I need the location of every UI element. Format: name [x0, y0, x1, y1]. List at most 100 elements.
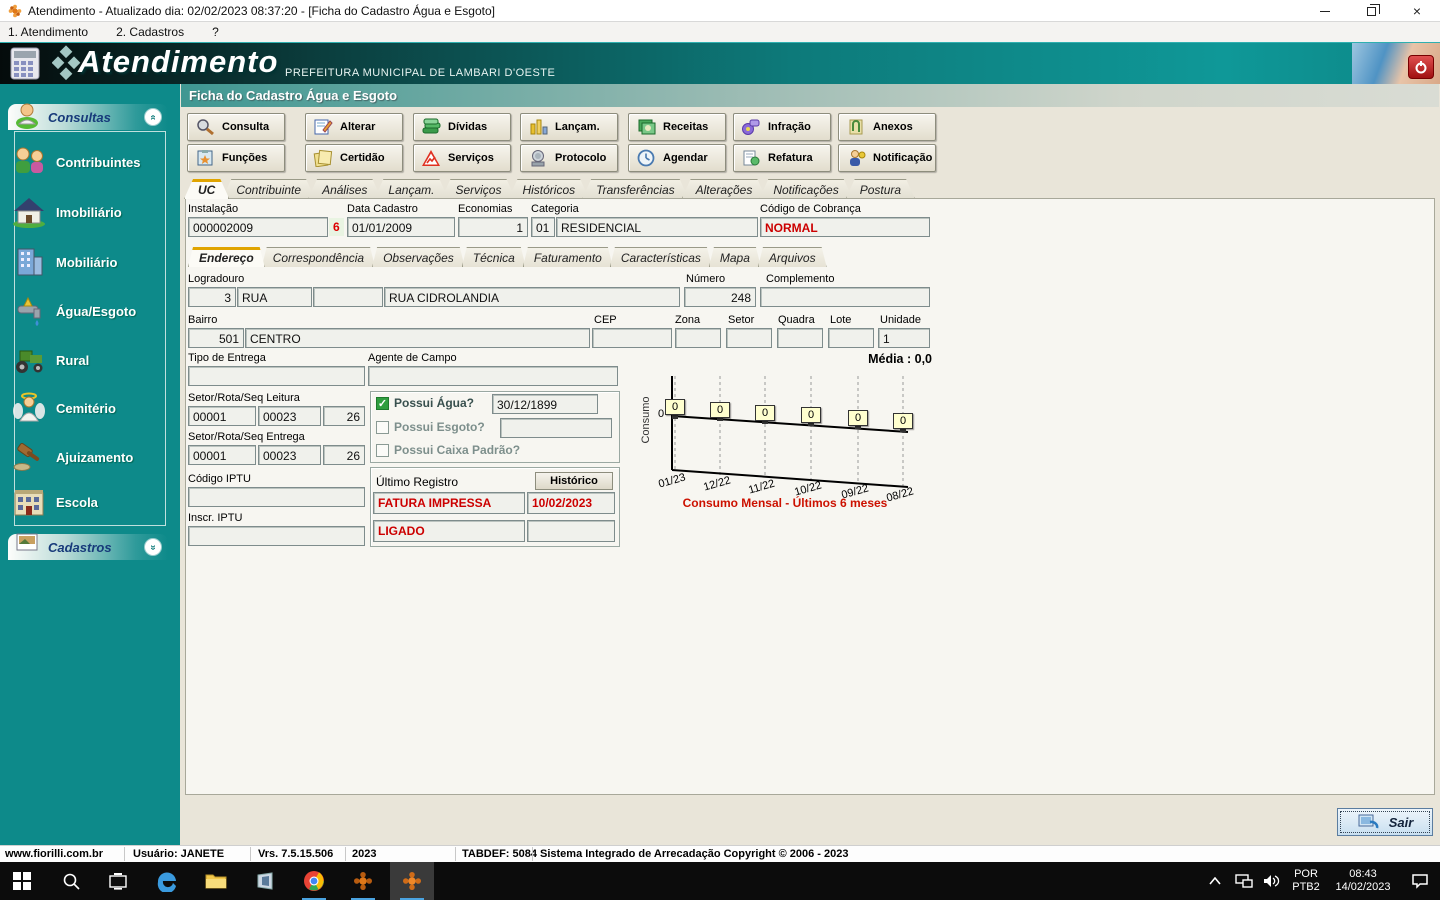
- task-view-button[interactable]: [96, 862, 140, 900]
- subtab-mapa[interactable]: Mapa: [709, 247, 761, 267]
- agente-field[interactable]: [368, 366, 618, 386]
- categoria-desc-field[interactable]: RESIDENCIAL: [556, 217, 758, 237]
- tipo-entrega-field[interactable]: [188, 366, 365, 386]
- sidebar-item-cemiterio[interactable]: Cemitério: [10, 386, 150, 430]
- file-explorer-button[interactable]: [194, 862, 238, 900]
- tab-analises[interactable]: Análises: [308, 179, 381, 199]
- alterar-button[interactable]: Alterar: [305, 113, 403, 141]
- data-cadastro-field[interactable]: 01/01/2009: [347, 217, 455, 237]
- restore-button[interactable]: [1348, 0, 1394, 22]
- sidebar-item-contribuintes[interactable]: Contribuintes: [10, 140, 150, 184]
- sidebar-item-ajuizamento[interactable]: Ajuizamento: [10, 435, 150, 479]
- minimize-button[interactable]: [1302, 0, 1348, 22]
- historico-button[interactable]: Histórico: [535, 472, 613, 490]
- esgoto-valor-field[interactable]: [500, 418, 612, 438]
- close-button[interactable]: ×: [1394, 0, 1440, 22]
- servicos-button[interactable]: Serviços: [413, 144, 511, 172]
- infracao-button[interactable]: Infração: [733, 113, 831, 141]
- tab-notificacoes[interactable]: Notificações: [759, 179, 852, 199]
- action-center-button[interactable]: [1400, 862, 1440, 900]
- zona-field[interactable]: [675, 328, 721, 348]
- leitura-seq-field[interactable]: 26: [323, 406, 365, 426]
- leitura-rota-field[interactable]: 00023: [258, 406, 321, 426]
- protocolo-button[interactable]: Protocolo: [520, 144, 618, 172]
- expand-cadastros-button[interactable]: »: [144, 538, 162, 556]
- volume-tray-icon-button[interactable]: [1258, 862, 1286, 900]
- funcoes-button[interactable]: Funções: [187, 144, 285, 172]
- tab-postura[interactable]: Postura: [846, 179, 915, 199]
- subtab-correspondencia[interactable]: Correspondência: [262, 247, 375, 267]
- logr-tipo-field[interactable]: RUA: [237, 287, 312, 307]
- certidao-button[interactable]: Certidão: [305, 144, 403, 172]
- subtab-endereco[interactable]: Endereço: [188, 247, 265, 267]
- sidebar-item-rural[interactable]: Rural: [10, 338, 150, 382]
- possui-agua-checkbox[interactable]: ✓: [376, 397, 389, 410]
- receitas-button[interactable]: Receitas: [628, 113, 726, 141]
- bairro-field[interactable]: CENTRO: [245, 328, 590, 348]
- codigo-iptu-field[interactable]: [188, 487, 365, 507]
- inscr-iptu-field[interactable]: [188, 526, 365, 546]
- sidebar-item-mobiliario[interactable]: Mobiliário: [10, 240, 150, 284]
- tab-historicos[interactable]: Históricos: [508, 179, 589, 199]
- anexos-button[interactable]: Anexos: [838, 113, 936, 141]
- leitura-setor-field[interactable]: 00001: [188, 406, 256, 426]
- network-tray-icon-button[interactable]: [1230, 862, 1258, 900]
- possui-esgoto-checkbox[interactable]: [376, 421, 389, 434]
- agua-data-field[interactable]: 30/12/1899: [492, 394, 598, 414]
- quadra-field[interactable]: [777, 328, 823, 348]
- dividas-button[interactable]: Dívidas: [413, 113, 511, 141]
- complemento-field[interactable]: [760, 287, 930, 307]
- economias-field[interactable]: 1: [458, 217, 528, 237]
- chrome-button[interactable]: [292, 862, 336, 900]
- sidebar-item-escola[interactable]: Escola: [10, 480, 150, 524]
- sidebar-item-agua-esgoto[interactable]: Água/Esgoto: [10, 289, 150, 333]
- sair-button[interactable]: Sair: [1337, 808, 1433, 836]
- start-button[interactable]: [0, 862, 44, 900]
- sidebar-section-cadastros[interactable]: Cadastros »: [8, 533, 168, 560]
- subtab-faturamento[interactable]: Faturamento: [523, 247, 613, 267]
- clock[interactable]: 08:43 14/02/2023: [1326, 862, 1400, 900]
- subtab-tecnica[interactable]: Técnica: [462, 247, 526, 267]
- menu-cadastros[interactable]: 2. Cadastros: [116, 25, 184, 39]
- categoria-cod-field[interactable]: 01: [531, 217, 555, 237]
- lote-field[interactable]: [828, 328, 874, 348]
- tab-transferencias[interactable]: Transferências: [582, 179, 688, 199]
- menu-atendimento[interactable]: 1. Atendimento: [8, 25, 88, 39]
- instalacao-field[interactable]: 000002009: [188, 217, 328, 237]
- edge-browser-button[interactable]: [145, 862, 189, 900]
- collapse-consultas-button[interactable]: »: [144, 108, 162, 126]
- consulta-button[interactable]: Consulta: [187, 113, 285, 141]
- tab-servicos[interactable]: Serviços: [441, 179, 515, 199]
- setor-field[interactable]: [726, 328, 772, 348]
- sidebar-item-imobiliario[interactable]: Imobiliário: [10, 190, 150, 234]
- subtab-observacoes[interactable]: Observações: [372, 247, 465, 267]
- bairro-cod-field[interactable]: 501: [188, 328, 244, 348]
- lancam-button[interactable]: Lançam.: [520, 113, 618, 141]
- refatura-button[interactable]: Refatura: [733, 144, 831, 172]
- logradouro-field[interactable]: RUA CIDROLANDIA: [384, 287, 680, 307]
- atendimento-app-button[interactable]: [390, 862, 434, 900]
- sidebar-section-consultas[interactable]: Consultas »: [8, 103, 168, 130]
- logr-extra-field[interactable]: [313, 287, 383, 307]
- tab-uc[interactable]: UC: [184, 179, 229, 199]
- app-shortcut-button[interactable]: [243, 862, 287, 900]
- tray-expand-button[interactable]: [1200, 862, 1230, 900]
- tab-lancam[interactable]: Lançam.: [374, 179, 448, 199]
- menu-help[interactable]: ?: [212, 25, 219, 39]
- language-indicator[interactable]: POR PTB2: [1286, 862, 1326, 900]
- entrega-seq-field[interactable]: 26: [323, 445, 365, 465]
- subtab-caracteristicas[interactable]: Características: [610, 247, 712, 267]
- cep-field[interactable]: [592, 328, 672, 348]
- tab-alteracoes[interactable]: Alterações: [682, 179, 767, 199]
- possui-caixa-checkbox[interactable]: [376, 444, 389, 457]
- entrega-setor-field[interactable]: 00001: [188, 445, 256, 465]
- agendar-button[interactable]: Agendar: [628, 144, 726, 172]
- notificacao-button[interactable]: Notificação: [838, 144, 936, 172]
- cobranca-field[interactable]: NORMAL: [760, 217, 930, 237]
- fiorilli-app-button[interactable]: [341, 862, 385, 900]
- subtab-arquivos[interactable]: Arquivos: [758, 247, 827, 267]
- logr-tipo-cod-field[interactable]: 3: [188, 287, 236, 307]
- entrega-rota-field[interactable]: 00023: [258, 445, 321, 465]
- unidade-field[interactable]: 1: [878, 328, 930, 348]
- taskbar-search-button[interactable]: [49, 862, 93, 900]
